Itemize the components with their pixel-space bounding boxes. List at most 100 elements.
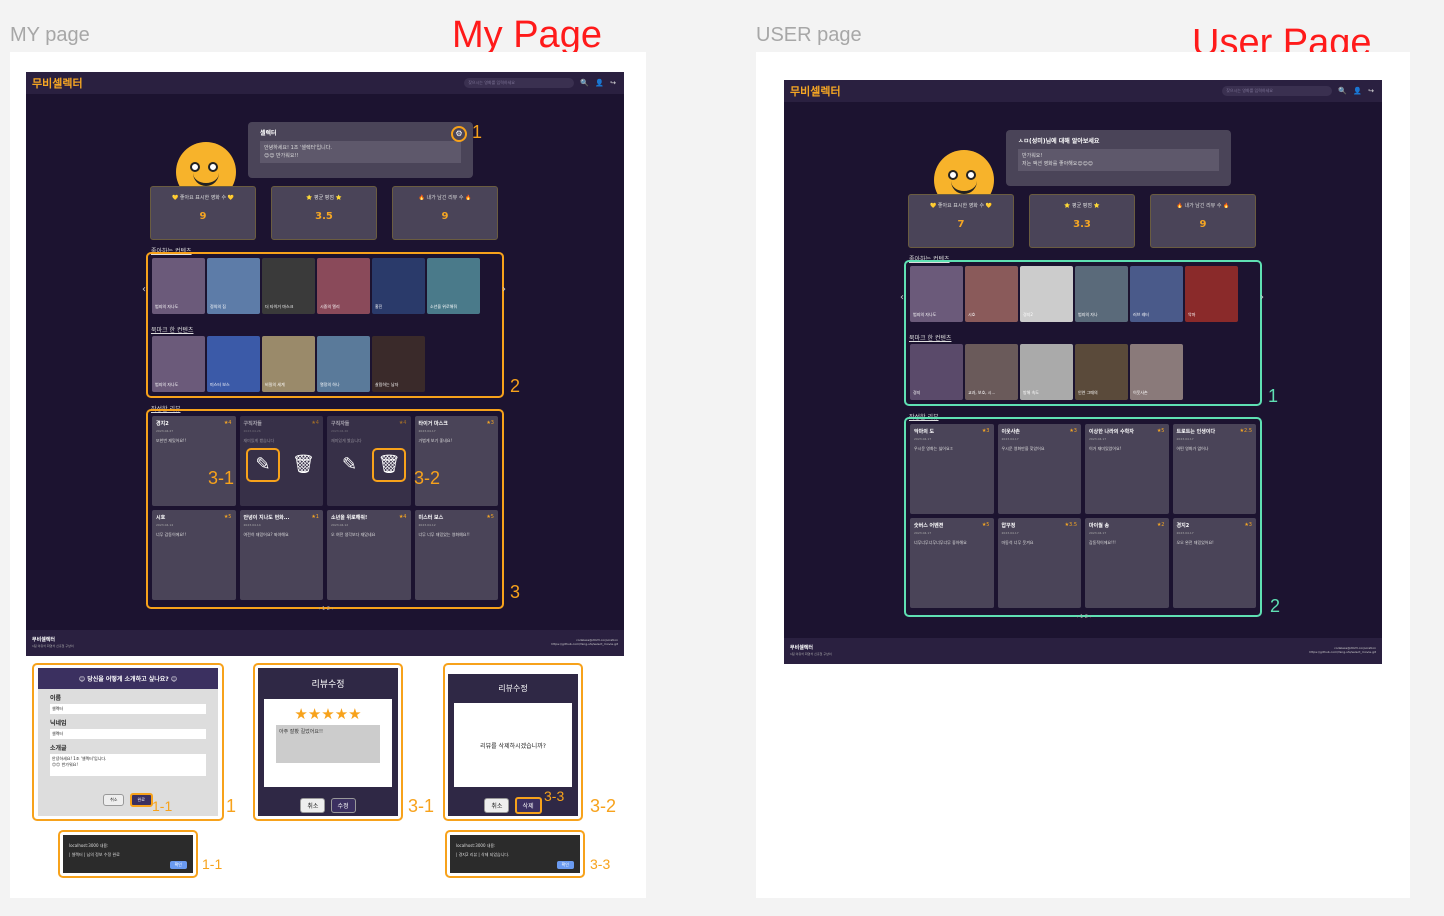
poster[interactable]: 비밀의 세계: [262, 336, 315, 392]
review-textarea[interactable]: 아주 잘봤 길었어요!!: [276, 725, 380, 763]
review-card[interactable]: 시호 ★5 2023.04.14 너무 감동이에요!!: [152, 510, 236, 600]
bio-field[interactable]: 안녕하세요! 1조 '셀렉터'입니다. 😊😊 반가워요!: [50, 754, 206, 776]
poster[interactable]: 살림하는 남자: [372, 336, 425, 392]
review-card[interactable]: 경지2 ★3 2023.04.17 오오 완전 재밌었어요!: [1172, 518, 1256, 608]
header-icons[interactable]: 🔍 👤 ↪: [580, 79, 618, 87]
mark-3-3b: 3-3: [590, 856, 611, 872]
profile-bio: 반가워요! 저는 액션 영화를 좋아해요😊😊😊: [1018, 149, 1219, 171]
mark-1: 1: [1268, 386, 1279, 406]
review-card[interactable]: 악마의 도 ★3 2023.04.17 우시운 영화는 싫어요ㅎ: [910, 424, 994, 514]
review-card[interactable]: 숫버스 어벤젼 ★5 2023.04.17 너무너무너무너무너무 좋아해요: [910, 518, 994, 608]
poster[interactable]: 시호: [965, 266, 1018, 322]
site-header: 무비셀렉터 찾으시는 영화를 입력하세요 🔍 👤 ↪: [784, 80, 1382, 102]
poster[interactable]: 악마: [1185, 266, 1238, 322]
review-card[interactable]: 트로트는 인생이다 ★2.5 2023.04.17 어떤 영화가 없어나: [1172, 424, 1256, 514]
right-panel-label: USER page: [756, 24, 862, 46]
review-card[interactable]: 안녕이 지나도 번화... ★1 2023.04.14 여전히 재밌어요? 봐야해요: [239, 510, 323, 600]
poster[interactable]: 경지: [910, 344, 963, 400]
pagination[interactable]: ‹ 1 2 ›: [296, 606, 356, 612]
profile-bubble: ㅅㅁ(성미)님에 대해 알아보세요 반가워요! 저는 액션 영화를 좋아해요😊😊😊: [1006, 130, 1231, 186]
poster[interactable]: 교과, 보호, 시...: [965, 344, 1018, 400]
poster[interactable]: 소년을 위로해줘: [427, 258, 480, 314]
review-card[interactable]: 소년을 위로해줘! ★4 2023.04.12 오 여전 생각보다 재밌네요: [327, 510, 411, 600]
intro-modal-title: 😊 당신을 어떻게 소개하고 싶나요? 😊: [38, 668, 218, 689]
review-card[interactable]: 미스터 보스 ★5 2023.04.12 너무 너무 재밌었는 영화예요!!: [414, 510, 498, 600]
stat-likes: 💛 좋아요 표시한 영화 수 💛 9: [150, 186, 256, 240]
delete-button[interactable]: 삭제: [514, 797, 542, 814]
chevron-right-icon[interactable]: ›: [1260, 292, 1264, 303]
search-input[interactable]: 찾으시는 영화를 입력하세요: [1222, 86, 1333, 96]
site-logo[interactable]: 무비셀렉터: [790, 83, 841, 99]
mark-1: 1: [472, 122, 483, 142]
bookmark-title: 북마크 한 컨텐츠: [151, 327, 194, 334]
review-card[interactable]: 이상한 나라의 수학자 ★5 2023.04.17 이거 재미있었어요!: [1085, 424, 1169, 514]
chevron-left-icon[interactable]: ‹: [900, 292, 904, 303]
liked-posters: 범죄의 자나도 정의의 집 더 타이거 마스크 시중의 엘리 홍진 소년을 위로…: [152, 258, 480, 314]
search-input[interactable]: 찾으시는 영화를 입력하세요: [464, 78, 575, 88]
review-card[interactable]: 경지2 ★4 2023.04.27 또한번 재밌어요!!: [152, 416, 236, 506]
edit-icon[interactable]: ✎: [246, 448, 280, 482]
star-rating[interactable]: ★★★★★: [276, 705, 380, 723]
cancel-button[interactable]: 취소: [300, 798, 326, 813]
review-card[interactable]: 이웃사촌 ★3 2023.04.17 우시운 영화만을 찾았어요: [997, 424, 1081, 514]
edit-icon[interactable]: ✎: [342, 454, 357, 475]
poster[interactable]: 범죄의 자나도: [152, 336, 205, 392]
bookmark-title: 북마크 한 컨텐츠: [909, 335, 952, 342]
review-grid: 악마의 도 ★3 2023.04.17 우시운 영화는 싫어요ㅎ 이웃사촌 ★3 2023…: [910, 424, 1256, 608]
poster[interactable]: 경지2: [1020, 266, 1073, 322]
poster[interactable]: 범죄의 자나: [1075, 266, 1128, 322]
poster[interactable]: 열정의 하나: [317, 336, 370, 392]
profile-bio: 안녕하세요! 1조 '셀렉터'입니다. 😊😊 반가워요!!: [260, 141, 461, 163]
chevron-right-icon[interactable]: ›: [502, 284, 506, 295]
poster[interactable]: 인연 그때의: [1075, 344, 1128, 400]
intro-modal: 😊 당신을 어떻게 소개하고 싶나요? 😊 이름 셀렉터 닉네임 셀렉터 소개글…: [38, 668, 218, 816]
trash-icon[interactable]: 🗑: [292, 454, 315, 475]
trash-icon[interactable]: 🗑: [372, 448, 406, 482]
alert-ok-button[interactable]: 확인: [556, 861, 574, 869]
header-icons[interactable]: 🔍 👤 ↪: [1338, 87, 1376, 95]
poster[interactable]: 정의의 집: [207, 258, 260, 314]
liked-posters: 범죄의 자나도 시호 경지2 범죄의 자나 러브 레터 악마: [910, 266, 1238, 322]
chevron-left-icon[interactable]: ‹: [142, 284, 146, 295]
mark-3-1b: 3-1: [408, 796, 435, 816]
review-card[interactable]: 타이거 마스크 ★3 2023.04.17 가볍게 보기 좋네요!: [414, 416, 498, 506]
poster[interactable]: 미스터 보스: [207, 336, 260, 392]
my-page-site: 무비셀렉터 찾으시는 영화를 입력하세요 🔍 👤 ↪ 셀렉터 안녕하세요! 1조…: [26, 72, 624, 656]
site-footer: 무비셀렉터 1팀 이유석 최영석 신홍철 구냥이 codeless@2023.c…: [784, 638, 1382, 664]
review-card[interactable]: 압꾸정 ★3.5 2023.04.17 마동석 너무 웃겨요: [997, 518, 1081, 608]
mark-3: 3: [510, 582, 521, 602]
poster[interactable]: 시중의 엘리: [317, 258, 370, 314]
poster[interactable]: 홍진: [372, 258, 425, 314]
cancel-button[interactable]: 취소: [103, 794, 125, 806]
gear-icon[interactable]: ⚙: [451, 126, 467, 142]
bookmark-posters: 경지 교과, 보호, 시... 방해 속도 인연 그때의 이웃사촌: [910, 344, 1183, 400]
mark-3-1: 3-1: [208, 468, 235, 488]
save-button[interactable]: 수정: [330, 798, 356, 813]
nick-field[interactable]: 셀렉터: [50, 729, 206, 739]
name-field[interactable]: 셀렉터: [50, 704, 206, 714]
mark-3-2: 3-2: [414, 468, 441, 488]
site-logo[interactable]: 무비셀렉터: [32, 75, 83, 91]
bookmark-posters: 범죄의 자나도 미스터 보스 비밀의 세계 열정의 하나 살림하는 남자: [152, 336, 425, 392]
review-grid: 경지2 ★4 2023.04.27 또한번 재밌어요!! 구직자들 ★4 2023.04.…: [152, 416, 498, 600]
profile-bubble: 셀렉터 안녕하세요! 1조 '셀렉터'입니다. 😊😊 반가워요!! ⚙: [248, 122, 473, 178]
poster[interactable]: 방해 속도: [1020, 344, 1073, 400]
user-page-site: 무비셀렉터 찾으시는 영화를 입력하세요 🔍 👤 ↪ ㅅㅁ(성미)님에 대해 알…: [784, 80, 1382, 664]
ok-button[interactable]: 완료: [129, 793, 153, 807]
poster[interactable]: 더 타이거 마스크: [262, 258, 315, 314]
poster[interactable]: 범죄의 자나도: [910, 266, 963, 322]
poster[interactable]: 이웃사촌: [1130, 344, 1183, 400]
left-panel-heading: My Page: [452, 14, 602, 56]
poster[interactable]: 러브 레터: [1130, 266, 1183, 322]
poster[interactable]: 범죄의 자나도: [152, 258, 205, 314]
review-card[interactable]: 마이월 송 ★2 2023.04.17 감동적이에요!!!: [1085, 518, 1169, 608]
site-footer: 무비셀렉터 1팀 이유석 최영석 신홍철 구냥이 codeless@2023.c…: [26, 630, 624, 656]
left-panel-label: MY page: [10, 24, 90, 46]
mark-1-1b: 1-1: [202, 856, 223, 872]
stat-likes: 💛 좋아요 표시한 영화 수 💛 7: [908, 194, 1014, 248]
alert-ok-button[interactable]: 확인: [169, 861, 187, 869]
pagination[interactable]: ‹ 1 2 ›: [1054, 614, 1114, 620]
stat-reviews: 🔥 내가 남긴 리뷰 수 🔥 9: [392, 186, 498, 240]
cancel-button[interactable]: 취소: [484, 798, 510, 813]
stat-avg: ⭐ 평균 평점 ⭐ 3.3: [1029, 194, 1135, 248]
